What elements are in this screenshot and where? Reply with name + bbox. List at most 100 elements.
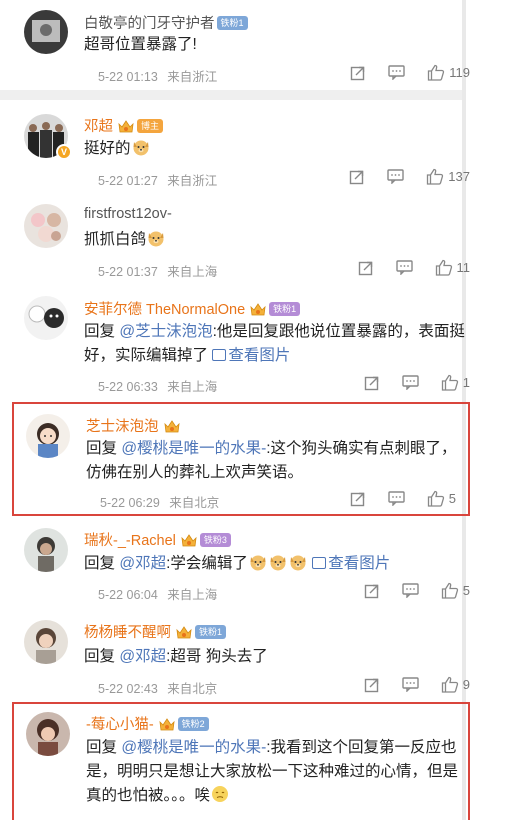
reply-prefix: 回复	[84, 323, 116, 340]
timestamp: 5-22 06:33	[98, 380, 158, 394]
location: 来自浙江	[167, 174, 218, 188]
like-count: 9	[462, 677, 470, 692]
fan-badge: 铁粉3	[199, 532, 231, 547]
timestamp: 5-22 01:27	[98, 174, 158, 188]
verified-badge: V	[56, 144, 72, 160]
avatar[interactable]	[24, 620, 68, 664]
like-button[interactable]: 137	[426, 168, 470, 185]
like-icon	[428, 64, 445, 81]
share-icon[interactable]	[364, 375, 380, 391]
share-icon[interactable]	[350, 491, 366, 507]
highlighted-comment: -莓心小猫- 铁粉2 回复 @樱桃是唯一的水果-:我看到这个回复第一反应也是，明…	[12, 702, 470, 820]
share-icon[interactable]	[358, 260, 374, 276]
mention-link[interactable]: @樱桃是唯一的水果-	[121, 739, 266, 756]
fan-badge: 铁粉1	[195, 624, 227, 639]
username[interactable]: 瑞秋-_-Rachel	[84, 529, 176, 550]
location: 来自北京	[167, 682, 218, 696]
share-icon[interactable]	[364, 583, 380, 599]
like-button[interactable]: 5	[427, 490, 456, 507]
location: 来自上海	[167, 588, 218, 602]
mention-link[interactable]: @芝士沫泡泡	[119, 323, 212, 340]
fan-badge: 铁粉1	[216, 15, 248, 30]
username[interactable]: 安菲尔德 TheNormalOne	[84, 298, 245, 319]
comment-icon[interactable]	[388, 65, 405, 80]
username[interactable]: 邓超	[84, 115, 113, 136]
username[interactable]: firstfrost12ov-	[84, 206, 172, 222]
like-count: 119	[449, 65, 470, 80]
sweat-emoji	[211, 785, 229, 803]
comment-icon[interactable]	[402, 583, 419, 598]
location: 来自上海	[167, 380, 218, 394]
avatar[interactable]	[26, 414, 70, 458]
username[interactable]: 白敬亭的门牙守护者	[84, 12, 215, 33]
comment-text: :超哥 狗头去了	[166, 648, 268, 665]
mention-link[interactable]: @邓超	[119, 555, 166, 572]
like-button[interactable]: 5	[441, 582, 470, 599]
share-icon[interactable]	[364, 677, 380, 693]
location: 来自浙江	[167, 70, 218, 84]
view-picture-link[interactable]: 查看图片	[212, 347, 290, 364]
like-count: 5	[448, 491, 456, 506]
comment-icon[interactable]	[402, 375, 419, 390]
like-count: 11	[456, 260, 471, 275]
dog-emoji	[269, 553, 287, 571]
fan-badge: 铁粉2	[177, 716, 209, 731]
comment-icon[interactable]	[387, 169, 404, 184]
dog-emoji	[289, 553, 307, 571]
timestamp: 5-22 06:29	[100, 496, 160, 510]
like-icon	[441, 374, 458, 391]
avatar[interactable]	[24, 204, 68, 248]
blogger-badge: 博主	[137, 118, 164, 133]
crown-icon	[175, 624, 193, 640]
like-count: 5	[462, 583, 470, 598]
share-icon[interactable]	[350, 65, 366, 81]
comment-item: 瑞秋-_-Rachel 铁粉3 回复 @邓超:学会编辑了 查看图片 5-22 0…	[12, 518, 470, 612]
comment-item: 白敬亭的门牙守护者 铁粉1 超哥位置暴露了! 5-22 01:13 来自浙江 1…	[12, 0, 470, 90]
comment-text: 超哥位置暴露了!	[84, 36, 197, 53]
crown-icon	[249, 301, 267, 317]
timestamp: 5-22 06:04	[98, 588, 158, 602]
avatar[interactable]	[26, 712, 70, 756]
section-divider	[0, 90, 466, 100]
username[interactable]: -莓心小猫-	[86, 713, 154, 734]
view-picture-link[interactable]: 查看图片	[312, 555, 390, 572]
like-button[interactable]: 119	[427, 64, 470, 81]
avatar[interactable]	[24, 10, 68, 54]
highlighted-comment: 芝士沫泡泡 回复 @樱桃是唯一的水果-:这个狗头确实有点刺眼了，仿佛在别人的葬礼…	[12, 402, 470, 516]
mention-link[interactable]: @樱桃是唯一的水果-	[121, 440, 266, 457]
like-button[interactable]: 1	[441, 374, 470, 391]
comment-item: 安菲尔德 TheNormalOne 铁粉1 回复 @芝士沫泡泡:他是回复跟他说位…	[12, 284, 470, 396]
crown-icon	[180, 532, 198, 548]
like-icon	[441, 582, 458, 599]
comment-icon[interactable]	[402, 677, 419, 692]
like-count: 1	[462, 375, 470, 390]
comment-icon[interactable]	[388, 491, 405, 506]
comment-item: 杨杨睡不醒啊 铁粉1 回复 @邓超:超哥 狗头去了 5-22 02:43 来自北…	[12, 612, 470, 700]
location: 来自北京	[169, 496, 220, 510]
comment-text: :学会编辑了	[166, 555, 248, 572]
username[interactable]: 杨杨睡不醒啊	[84, 621, 171, 642]
timestamp: 5-22 01:13	[98, 70, 158, 84]
crown-icon	[117, 118, 135, 134]
share-icon[interactable]	[349, 169, 365, 185]
avatar[interactable]	[24, 296, 68, 340]
crown-icon	[163, 418, 181, 434]
comment-item: V 邓超 博主 挺好的 5-22 01:27 来自浙江 137	[12, 100, 470, 192]
picture-icon	[212, 349, 227, 361]
dog-emoji	[249, 553, 267, 571]
location: 来自上海	[167, 265, 218, 279]
timestamp: 5-22 01:37	[98, 265, 158, 279]
like-count: 137	[448, 169, 470, 184]
picture-icon	[312, 557, 327, 569]
comment-item: firstfrost12ov- 抓抓白鸽 5-22 01:37 来自上海 11	[12, 192, 470, 284]
like-button[interactable]: 9	[441, 676, 470, 693]
like-button[interactable]: 11	[435, 259, 471, 276]
dog-emoji	[132, 138, 150, 156]
username[interactable]: 芝士沫泡泡	[86, 415, 159, 436]
avatar[interactable]	[24, 528, 68, 572]
comment-text: 挺好的	[84, 140, 131, 157]
reply-prefix: 回复	[86, 440, 118, 457]
mention-link[interactable]: @邓超	[119, 648, 166, 665]
comment-icon[interactable]	[395, 260, 413, 275]
reply-prefix: 回复	[84, 648, 116, 665]
